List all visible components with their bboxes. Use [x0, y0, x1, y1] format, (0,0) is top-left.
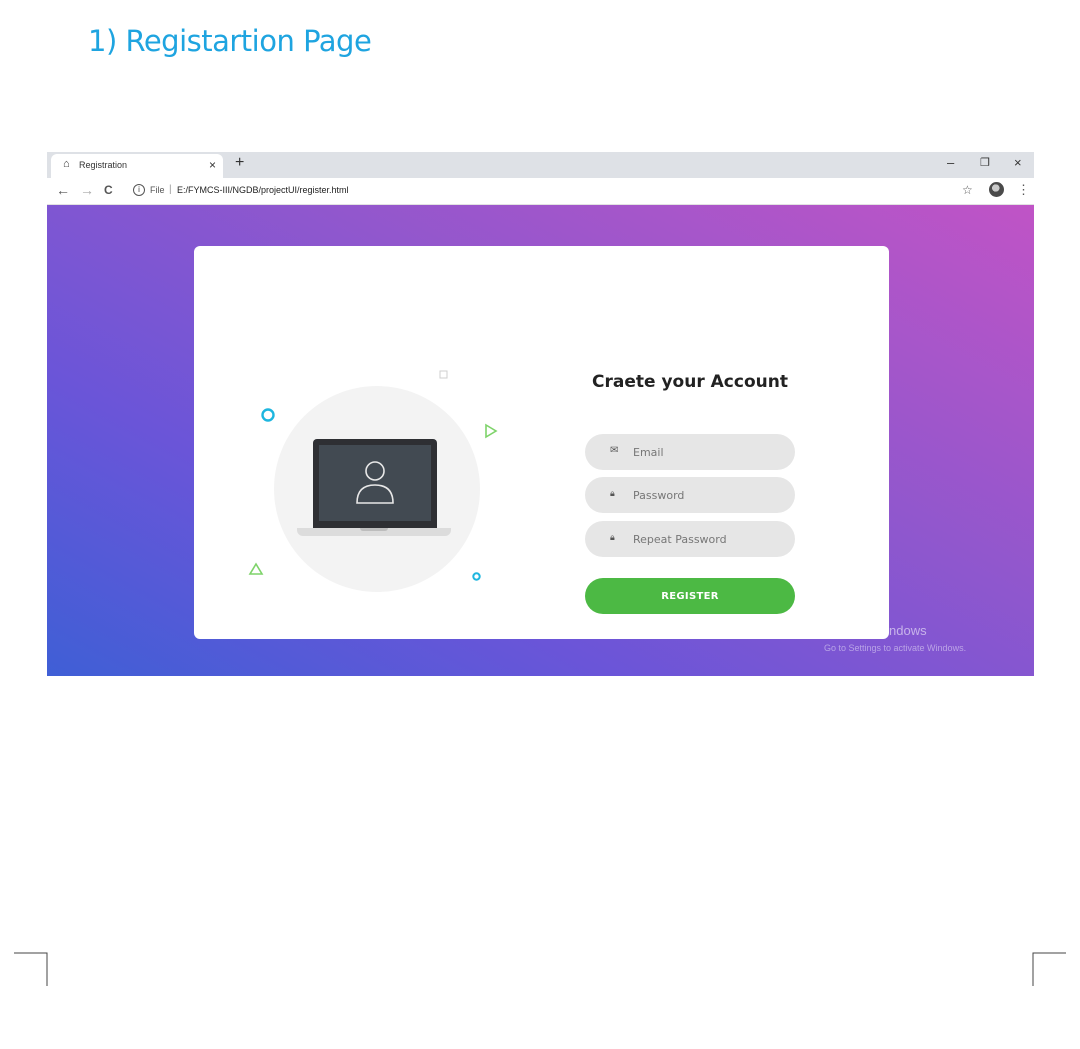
close-window-icon[interactable]: ×	[1014, 155, 1022, 170]
play-triangle-icon	[485, 423, 498, 439]
info-icon[interactable]: i	[133, 184, 145, 196]
home-icon: ⌂	[63, 158, 70, 170]
small-ring-icon	[472, 572, 481, 581]
page-viewport: Craete your Account ✉ 🔒︎ 🔒︎ REGISTER Act…	[47, 205, 1034, 676]
repeat-password-field[interactable]	[633, 521, 783, 557]
register-button[interactable]: REGISTER	[585, 578, 795, 614]
crop-mark-right	[1032, 952, 1066, 986]
tab-title: Registration	[79, 160, 128, 170]
new-tab-button[interactable]: +	[235, 154, 244, 172]
laptop-base	[297, 528, 451, 536]
form-title: Craete your Account	[592, 372, 788, 392]
password-field[interactable]	[633, 477, 783, 513]
laptop-illustration	[313, 439, 437, 529]
restore-icon[interactable]: ❐	[980, 156, 990, 169]
registration-card: Craete your Account ✉ 🔒︎ 🔒︎ REGISTER	[194, 246, 889, 639]
close-tab-icon[interactable]: ×	[209, 158, 216, 172]
bookmark-star-icon[interactable]: ☆	[962, 183, 973, 197]
password-field-wrapper: 🔒︎	[585, 477, 795, 513]
browser-toolbar: ← → C i File | E:/FYMCS-III/NGDB/project…	[47, 178, 1034, 205]
forward-icon[interactable]: →	[80, 182, 94, 198]
email-field[interactable]	[633, 434, 783, 470]
menu-icon[interactable]: ⋮	[1017, 182, 1030, 198]
tab-strip: ⌂ Registration × + – ❐ ×	[47, 152, 1034, 178]
lock-icon: 🔒︎	[610, 488, 615, 498]
envelope-icon: ✉	[610, 445, 619, 456]
email-field-wrapper: ✉	[585, 434, 795, 470]
reload-icon[interactable]: C	[104, 183, 113, 197]
browser-window: ⌂ Registration × + – ❐ × ← → C i File | …	[47, 152, 1034, 676]
repeat-password-field-wrapper: 🔒︎	[585, 521, 795, 557]
activate-windows-title: Activate Windows	[824, 623, 927, 638]
lock-icon: 🔒︎	[610, 532, 615, 542]
activate-windows-subtitle: Go to Settings to activate Windows.	[824, 643, 967, 653]
triangle-icon	[248, 562, 264, 575]
square-icon	[439, 370, 448, 379]
user-icon	[356, 461, 394, 504]
tab-registration[interactable]: ⌂ Registration ×	[51, 154, 223, 178]
profile-avatar[interactable]	[989, 182, 1004, 197]
minimize-icon[interactable]: –	[947, 155, 954, 170]
address-bar[interactable]: E:/FYMCS-III/NGDB/projectUI/register.htm…	[177, 185, 349, 195]
document-heading: 1) Registartion Page	[88, 24, 372, 58]
ring-icon	[261, 408, 275, 422]
url-separator: |	[169, 184, 172, 195]
url-scheme-label: File	[150, 185, 165, 195]
back-icon[interactable]: ←	[56, 182, 70, 198]
crop-mark-left	[14, 952, 48, 986]
